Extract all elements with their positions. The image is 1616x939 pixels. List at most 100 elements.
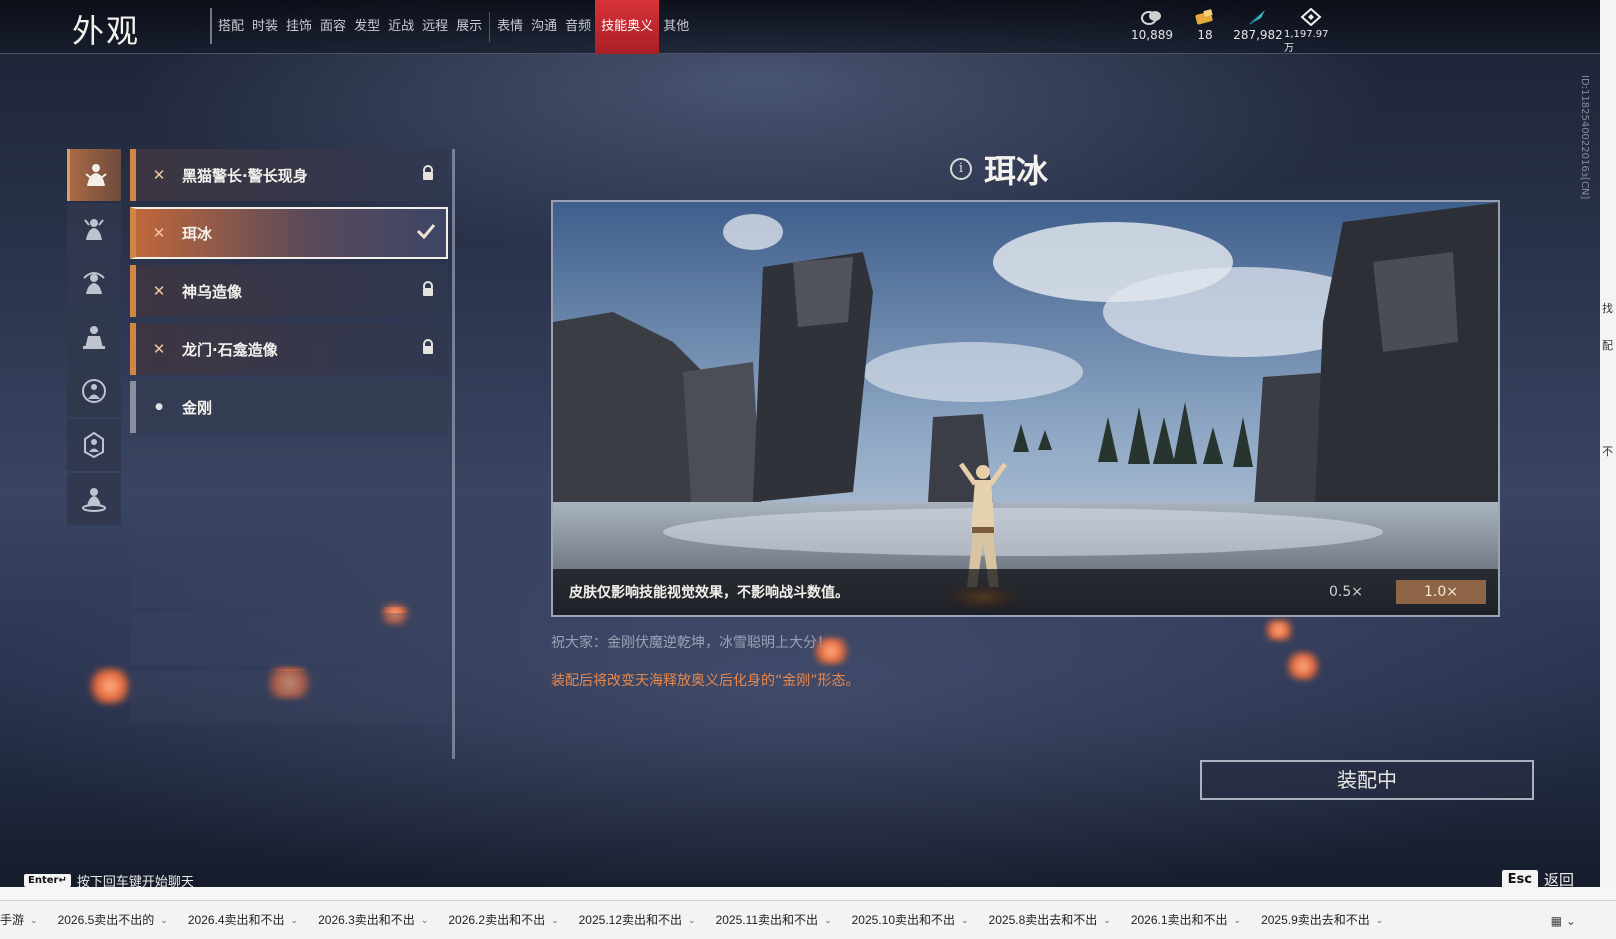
tab-skill-ultimate[interactable]: 技能奥义	[595, 0, 660, 54]
skin-name: 黑猫警长·警长现身	[182, 166, 308, 185]
clipped-text: 不	[1602, 445, 1613, 458]
currency-coins-value: 10,889	[1131, 28, 1173, 42]
sheet-tab[interactable]: 2025.10卖出和不出 ⌄	[842, 901, 979, 939]
tab-audio[interactable]: 音频	[561, 0, 595, 54]
tab-melee[interactable]: 近战	[384, 0, 418, 54]
equip-button[interactable]: 装配中	[1200, 760, 1534, 800]
skin-item-default[interactable]: ● 金刚	[130, 381, 448, 433]
player-id-label: ID:1182540022016з[CN]	[1579, 75, 1590, 200]
empty-slot	[130, 671, 448, 723]
background-window-edge: 找 配 不	[1600, 0, 1616, 900]
category-item-3[interactable]	[67, 257, 121, 309]
sheet-tab[interactable]: 2026.2卖出和不出 ⌄	[438, 901, 568, 939]
category-item-5[interactable]	[67, 365, 121, 417]
currency-tickets-value: 18	[1197, 28, 1213, 42]
tab-other[interactable]: 其他	[659, 0, 693, 54]
skin-item-locked[interactable]: ✕ 神乌造像	[130, 265, 448, 317]
sheet-tab[interactable]: 手游 ⌄	[0, 901, 48, 939]
sheet-tab[interactable]: 2026.3卖出和不出 ⌄	[308, 901, 438, 939]
currency-feathers: 287,982	[1232, 8, 1284, 56]
sheet-tab[interactable]: 2026.5卖出不出的 ⌄	[48, 901, 178, 939]
chevron-down-icon: ⌄	[160, 915, 168, 925]
sheet-tab[interactable]: 2025.8卖出去和不出 ⌄	[979, 901, 1121, 939]
tab-hairstyle[interactable]: 发型	[350, 0, 384, 54]
category-sidebar	[67, 149, 121, 527]
figure-icon-7	[82, 488, 106, 512]
tab-fashion[interactable]: 时装	[248, 0, 282, 54]
tab-display[interactable]: 展示	[452, 0, 486, 54]
chevron-down-icon: ⌄	[1233, 915, 1242, 925]
skin-name: 珥冰	[182, 224, 213, 243]
speed-1.0x-button[interactable]: 1.0×	[1396, 580, 1486, 604]
skin-item-selected[interactable]: ✕ 珥冰	[130, 207, 448, 259]
currency-tickets: 18	[1178, 8, 1232, 56]
nav-divider	[489, 12, 491, 42]
speed-0.5x-button[interactable]: 0.5×	[1310, 580, 1382, 604]
skin-preview-video[interactable]: 皮肤仅影响技能视觉效果，不影响战斗数值。 0.5× 1.0×	[551, 200, 1500, 617]
skin-name: 金刚	[182, 398, 213, 417]
top-bar: 外观 搭配 时装 挂饰 面容 发型 近战 远程 展示 表情 沟通 音频 技能奥义…	[0, 0, 1600, 54]
title-divider	[210, 8, 212, 44]
chevron-down-icon: ⌄	[30, 915, 38, 925]
category-item-7[interactable]	[67, 473, 121, 525]
lock-icon	[408, 165, 448, 185]
skin-item-locked[interactable]: ✕ 龙门·石龛造像	[130, 323, 448, 375]
sheet-tab[interactable]: 2025.12卖出和不出 ⌄	[569, 901, 706, 939]
currency-feathers-value: 287,982	[1233, 28, 1283, 42]
category-item-4[interactable]	[67, 311, 121, 363]
tab-face[interactable]: 面容	[316, 0, 350, 54]
dot-icon: ●	[155, 402, 163, 412]
ticket-icon	[1194, 8, 1216, 28]
spreadsheet-tab-bar: 手游 ⌄ 2026.5卖出不出的 ⌄ 2026.4卖出和不出 ⌄ 2026.3卖出和不…	[0, 900, 1616, 939]
skin-blessing-text: 祝大家：金刚伏魔逆乾坤，冰雪聪明上大分！	[551, 635, 831, 651]
figure-icon-2	[84, 219, 104, 240]
chevron-down-icon: ⌄	[1103, 915, 1111, 925]
skin-list: ✕ 黑猫警长·警长现身 ✕ 珥冰 ✕ 神乌造像 ✕ 龙门·石龛造像 ● 金刚	[130, 149, 448, 729]
skin-detail-header: i 珥冰	[950, 146, 1048, 192]
category-nav: 搭配 时装 挂饰 面容 发型 近战 远程 展示 表情 沟通 音频 技能奥义 其他	[214, 0, 693, 54]
tab-emote[interactable]: 表情	[493, 0, 527, 54]
equip-note: 装配后将改变天海释放奥义后化身的“金刚”形态。	[551, 673, 860, 689]
preview-scene	[553, 202, 1498, 615]
chevron-down-icon: ⌄	[1375, 915, 1384, 925]
lantern-glow	[1262, 620, 1296, 640]
category-item-2[interactable]	[67, 203, 121, 255]
skin-item-locked[interactable]: ✕ 黑猫警长·警长现身	[130, 149, 448, 201]
currency-diamonds-value: 1,197.97万	[1284, 29, 1329, 54]
spreadsheet-row-edge	[0, 887, 1616, 900]
currency-bar: 10,889 18 287,982 1,197.97万	[1126, 7, 1338, 56]
grid-icon[interactable]: ▦ ⌄	[1551, 914, 1576, 928]
category-item-6[interactable]	[67, 419, 121, 471]
chevron-down-icon: ⌄	[290, 915, 299, 925]
lock-icon	[408, 339, 448, 359]
skin-name: 神乌造像	[182, 282, 243, 301]
clipped-text: 配	[1602, 339, 1613, 352]
tab-communication[interactable]: 沟通	[527, 0, 561, 54]
diamond-icon	[1300, 7, 1322, 28]
chevron-down-icon: ⌄	[961, 915, 969, 925]
sheet-tab[interactable]: 2025.9卖出去和不出 ⌄	[1251, 901, 1393, 939]
figure-icon-5	[82, 379, 106, 403]
sheet-tab[interactable]: 2026.4卖出和不出 ⌄	[178, 901, 308, 939]
empty-slot	[130, 439, 448, 491]
clipped-text: 找	[1602, 302, 1613, 315]
tab-outfit-set[interactable]: 搭配	[214, 0, 248, 54]
list-scrollbar[interactable]	[452, 149, 455, 759]
figure-icon-4	[83, 326, 105, 349]
sheet-tab[interactable]: 2026.1卖出和不出 ⌄	[1121, 901, 1251, 939]
category-item-1[interactable]	[67, 149, 121, 201]
figure-icon-1	[84, 164, 107, 186]
lock-icon	[408, 281, 448, 301]
skin-rarity-icon: ✕	[152, 340, 166, 358]
lantern-glow	[86, 668, 134, 704]
tab-ranged[interactable]: 远程	[418, 0, 452, 54]
info-icon[interactable]: i	[950, 158, 972, 180]
currency-coins: 10,889	[1126, 8, 1178, 56]
checkmark-icon	[406, 223, 446, 243]
sheet-tab[interactable]: 2025.11卖出和不出 ⌄	[706, 901, 842, 939]
empty-slot	[130, 497, 448, 549]
lantern-glow	[1284, 652, 1322, 680]
skin-rarity-icon: ✕	[152, 282, 166, 300]
enter-key-icon: Enter↵	[24, 874, 71, 887]
tab-accessory[interactable]: 挂饰	[282, 0, 316, 54]
